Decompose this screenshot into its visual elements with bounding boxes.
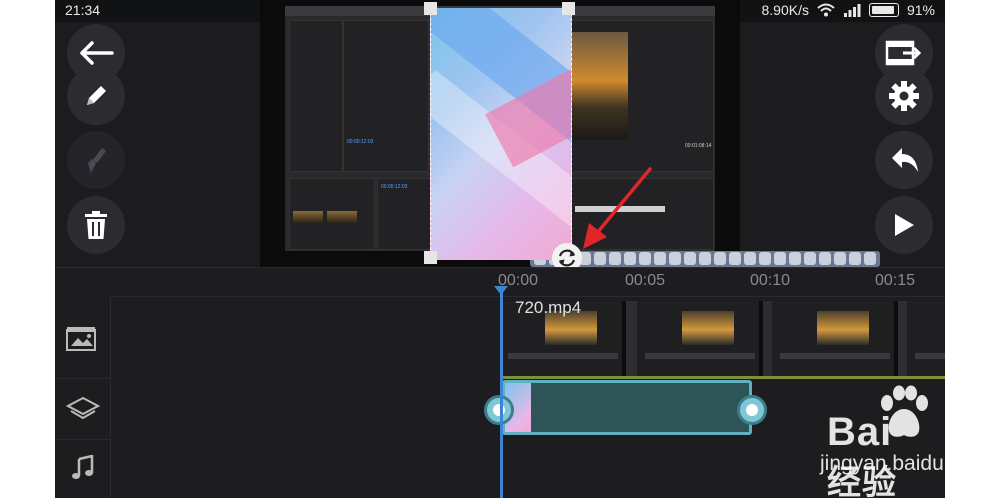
brush-icon [88,148,106,173]
watermark-url: jingyan.baidu.com [820,452,945,475]
undo-button[interactable] [875,131,933,189]
delete-button[interactable] [67,196,125,254]
overlay-clip[interactable] [502,380,752,435]
audio-track-label[interactable] [55,453,110,483]
status-time: 21:34 [65,2,101,18]
overlay-track-label[interactable] [55,394,110,424]
play-button[interactable] [875,196,933,254]
network-speed: 8.90K/s [761,2,809,18]
playhead[interactable] [500,290,503,498]
left-toolbar [55,22,145,267]
overlay-trim-handle-end[interactable] [737,395,767,425]
play-icon [895,214,914,236]
music-note-icon [71,455,93,479]
resize-handle-bottom-left[interactable] [424,251,437,264]
clip-name: 720.mp4 [515,298,582,317]
signal-icon [843,4,861,17]
undo-icon [892,148,918,172]
resize-handle-top-right[interactable] [562,2,575,15]
right-toolbar [855,22,945,267]
layers-icon [65,396,100,420]
settings-button[interactable] [875,67,933,125]
track-labels [55,296,111,498]
edit-button[interactable] [67,67,125,125]
watermark-bai: Bai [827,410,893,454]
video-editor-app: 21:34 8.90K/s 91% 00:00:12:03 00:01:08:1… [55,0,945,498]
video-track-label[interactable] [55,324,110,354]
ruler-tick: 00:05 [625,272,666,289]
annotation-arrow [583,167,652,249]
brush-button[interactable] [67,131,125,189]
video-track-icon [65,327,96,351]
pencil-icon [87,86,106,105]
timeline[interactable]: 00:00 00:05 00:10 00:15 720.mp4 [55,267,945,498]
trash-icon [85,211,107,239]
battery-icon [868,3,899,17]
battery-percent: 91% [906,2,935,18]
source-timecode: 00:00:12:03 [347,139,374,145]
wifi-icon [817,3,835,17]
overlay-image-layer[interactable] [430,8,572,260]
clip-timecode: 00:00:12:03 [381,184,408,190]
gear-icon [889,81,919,111]
ruler-tick: 00:10 [750,272,791,289]
export-film-icon [885,40,922,66]
resize-handle-top-left[interactable] [424,2,437,15]
back-arrow-icon [80,41,114,65]
overlay-trim-handle-start[interactable] [484,395,514,425]
ruler-tick: 00:15 [875,272,916,289]
program-timecode: 00:01:08:14 [685,143,712,149]
time-ruler[interactable]: 00:00 00:05 00:10 00:15 [110,268,945,297]
